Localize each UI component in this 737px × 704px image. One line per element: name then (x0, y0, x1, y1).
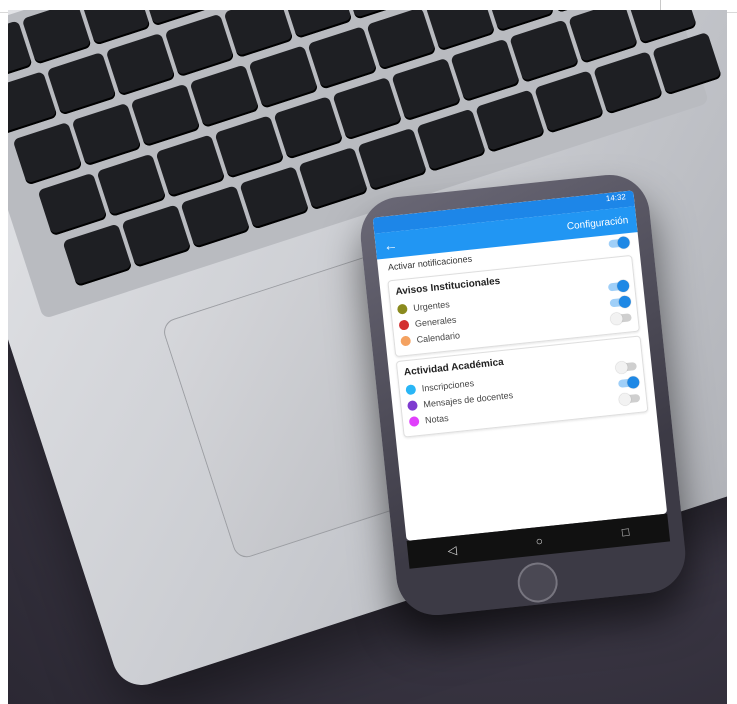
star-icon (408, 416, 420, 428)
toggle-generales[interactable] (609, 297, 631, 308)
general-icon (398, 319, 410, 331)
activar-label: Activar notificaciones (387, 253, 473, 273)
laptop-phone-photo: 14:32 ← Configuración Activar notificaci… (8, 10, 727, 704)
arrow-left-icon[interactable]: ← (383, 236, 399, 253)
person-icon (407, 400, 418, 412)
keyboard-key (239, 165, 310, 230)
keyboard-key (248, 45, 319, 109)
keyboard-key (509, 19, 580, 83)
keyboard-key (189, 64, 260, 128)
photo-frame: 14:32 ← Configuración Activar notificaci… (0, 0, 737, 704)
keyboard-key (534, 70, 605, 134)
toggle-notas[interactable] (619, 393, 641, 404)
phone-screen: 14:32 ← Configuración Activar notificaci… (372, 190, 668, 541)
activar-toggle[interactable] (608, 238, 630, 249)
keyboard-key (298, 146, 369, 211)
keyboard-key (416, 108, 487, 173)
keyboard-key (121, 204, 192, 268)
app-bar-title: Configuración (566, 214, 629, 232)
keyboard-key (357, 127, 428, 192)
nav-back-button[interactable]: ◁ (447, 543, 458, 558)
nav-home-button[interactable]: ○ (535, 534, 544, 549)
keyboard-key (130, 83, 201, 148)
keyboard-key (105, 32, 176, 97)
toggle-inscripciones[interactable] (616, 361, 638, 373)
keyboard-key (180, 185, 251, 249)
keyboard-key (450, 38, 521, 103)
pencil-icon (405, 384, 417, 396)
keyboard-key (46, 51, 117, 116)
keyboard-key (652, 31, 723, 96)
keyboard-key (71, 102, 142, 167)
toggle-urgentes[interactable] (607, 281, 629, 292)
status-time: 14:32 (605, 192, 627, 204)
keyboard-key (214, 115, 285, 179)
keyboard-key (12, 121, 83, 186)
keyboard-key (273, 96, 344, 160)
toggle-calendario[interactable] (611, 313, 632, 324)
keyboard-key (37, 172, 108, 237)
keyboard-key (593, 51, 664, 115)
toggle-mensajes[interactable] (617, 377, 639, 388)
keyboard-key (307, 26, 378, 90)
keyboard-key (155, 134, 226, 198)
keyboard-key (366, 10, 437, 71)
keyboard-key (21, 10, 92, 65)
phone-home-button[interactable] (515, 560, 560, 605)
nav-recent-button[interactable]: □ (621, 525, 630, 540)
keyboard-key (568, 10, 639, 64)
keyboard-key (62, 223, 133, 288)
keyboard-key (164, 13, 235, 78)
keyboard-key (391, 57, 462, 122)
keyboard-key (475, 89, 546, 153)
keyboard-key (96, 153, 167, 218)
smartphone: 14:32 ← Configuración Activar notificaci… (356, 170, 690, 620)
urgent-icon (396, 303, 408, 315)
calendar-icon (400, 335, 412, 347)
keyboard-key (332, 76, 403, 141)
